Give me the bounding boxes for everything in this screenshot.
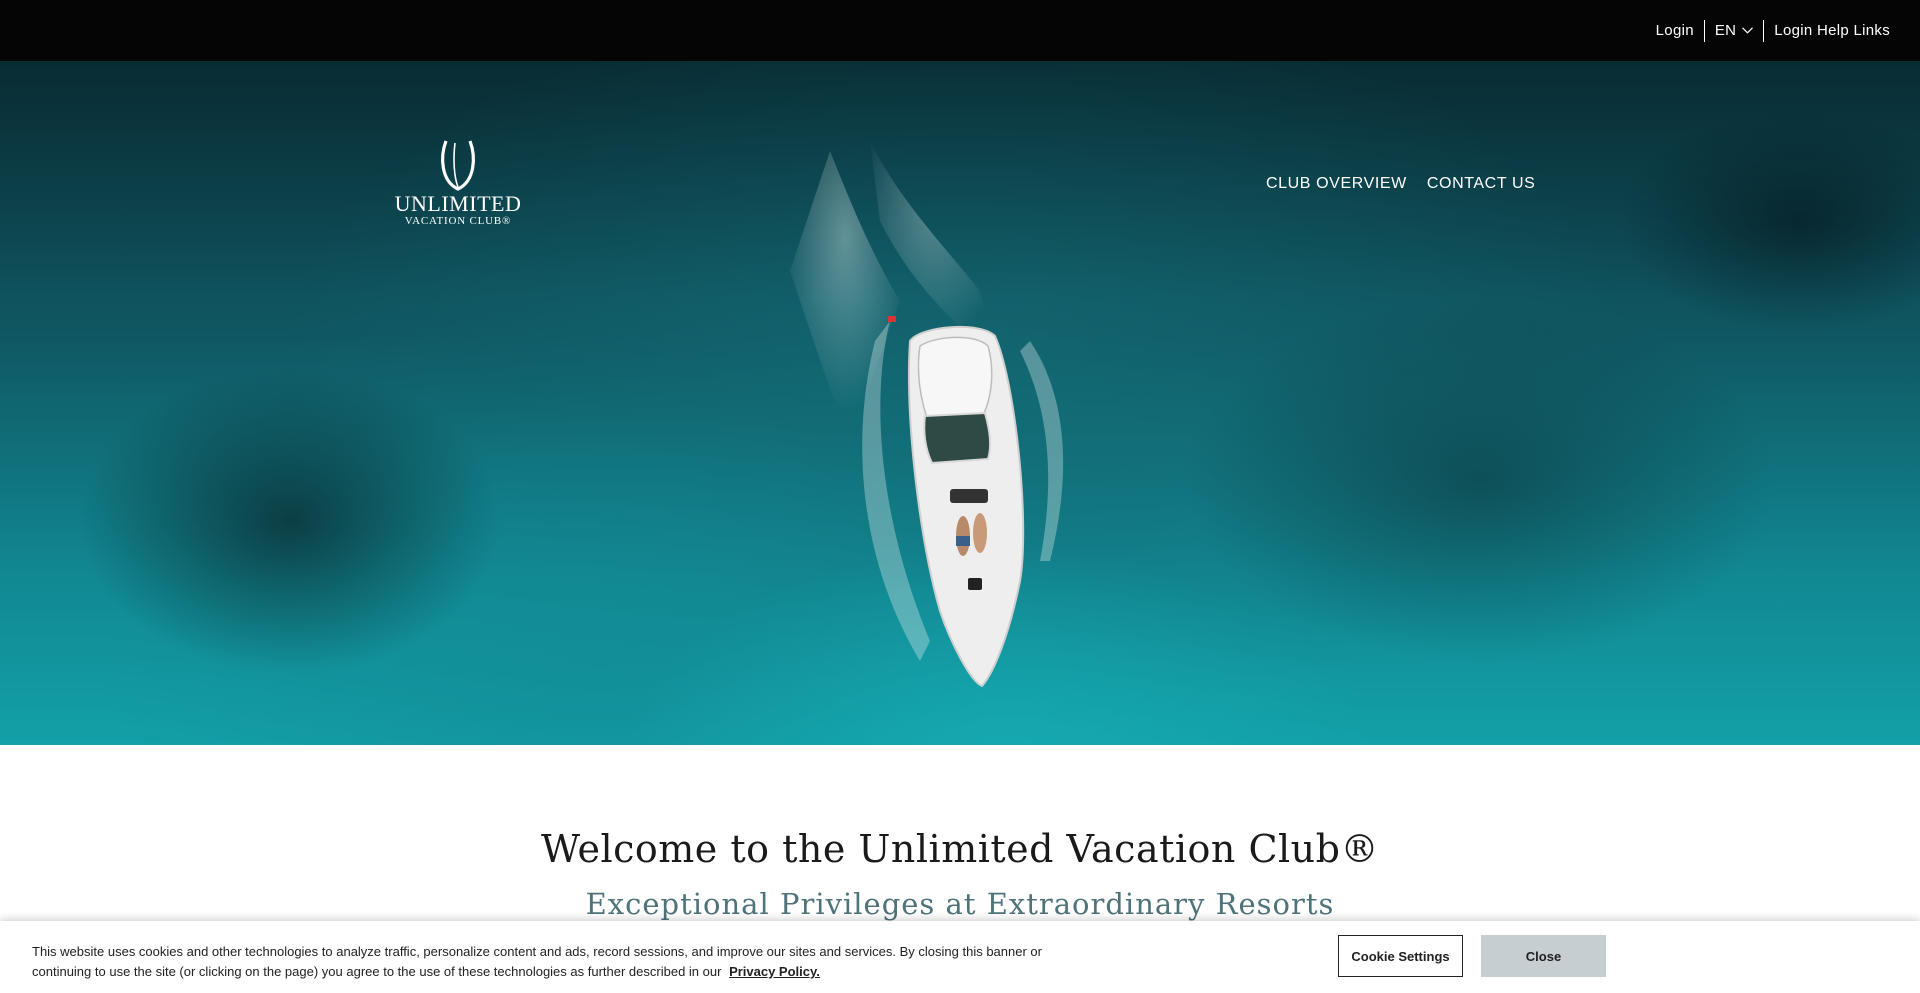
- nav-club-overview[interactable]: CLUB OVERVIEW: [1266, 175, 1407, 193]
- privacy-policy-link[interactable]: Privacy Policy.: [729, 964, 820, 979]
- cookie-message-text: This website uses cookies and other tech…: [32, 944, 1042, 979]
- language-label: EN: [1714, 22, 1737, 39]
- top-utility-bar: Login EN Login Help Links: [0, 0, 1920, 61]
- login-link[interactable]: Login: [1656, 22, 1694, 39]
- logo-text-unlimited: UNLIMITED: [394, 191, 522, 216]
- cookie-banner: This website uses cookies and other tech…: [0, 921, 1920, 993]
- welcome-title: Welcome to the Unlimited Vacation Club®: [541, 827, 1379, 871]
- cookie-close-button[interactable]: Close: [1481, 935, 1606, 977]
- hero-image: UNLIMITED VACATION CLUB® CLUB OVERVIEW C…: [0, 61, 1920, 745]
- cookie-settings-button[interactable]: Cookie Settings: [1338, 935, 1463, 977]
- boat-image: [790, 141, 1064, 688]
- welcome-section: Welcome to the Unlimited Vacation Club® …: [0, 820, 1920, 924]
- logo-mark-icon: [441, 140, 475, 191]
- nav-contact-us[interactable]: CONTACT US: [1427, 175, 1536, 193]
- welcome-subtitle: Exceptional Privileges at Extraordinary …: [585, 887, 1335, 921]
- chevron-down-icon: [1742, 27, 1754, 34]
- main-navigation: CLUB OVERVIEW CONTACT US: [1266, 175, 1535, 193]
- divider: [1763, 19, 1765, 42]
- utility-links: Login EN Login Help Links: [1656, 0, 1890, 61]
- language-selector[interactable]: EN: [1714, 22, 1754, 39]
- club-logo[interactable]: UNLIMITED VACATION CLUB®: [388, 139, 528, 231]
- cookie-message: This website uses cookies and other tech…: [32, 942, 1072, 982]
- login-help-link[interactable]: Login Help Links: [1774, 22, 1890, 39]
- divider: [1703, 19, 1705, 42]
- logo-text-vacation-club: VACATION CLUB®: [404, 215, 512, 227]
